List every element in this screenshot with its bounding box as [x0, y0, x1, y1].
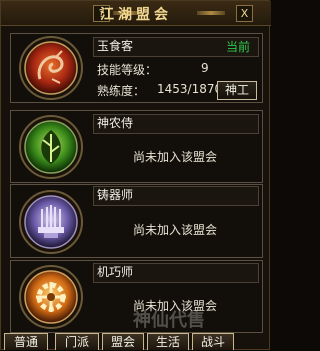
current-badge: 当前: [225, 40, 250, 54]
shengong-button[interactable]: 神工: [217, 81, 257, 100]
tab-battle[interactable]: 战斗: [192, 333, 234, 350]
skill-level-label: 技能等级：: [97, 63, 158, 77]
leaf-emblem-icon: [16, 112, 86, 182]
dragon-emblem-icon: [16, 33, 86, 103]
guild-name-strip: 机巧师: [93, 263, 259, 283]
proficiency-value: 1453/1870: [157, 82, 223, 96]
not-joined-text: 尚未加入该盟会: [133, 150, 218, 164]
channel-tab-bar: 普通 门派 盟会 生活 战斗: [1, 333, 271, 351]
window-title: 江湖盟会: [100, 7, 172, 23]
guild-name-strip: 神农侍: [93, 114, 259, 134]
title-decoration-right: [197, 11, 225, 15]
close-button[interactable]: X: [236, 5, 253, 22]
guild-name: 铸器师: [97, 188, 134, 202]
guild-name: 玉食客: [97, 39, 134, 53]
title-bar: ? 江湖盟会 X: [1, 1, 271, 26]
watermark-text: 神仙代售: [133, 310, 205, 331]
guild-name: 神农侍: [97, 116, 134, 130]
tab-guild[interactable]: 盟会: [102, 333, 144, 350]
forge-emblem-icon: [16, 187, 86, 257]
tab-normal[interactable]: 普通: [4, 333, 48, 350]
guild-name: 机巧师: [97, 265, 134, 279]
guild-panel-shennong[interactable]: 神农侍 尚未加入该盟会: [10, 110, 263, 183]
gear-emblem-icon: [16, 262, 86, 332]
guild-panel-zhuqi[interactable]: 铸器师 尚未加入该盟会: [10, 184, 263, 258]
guild-name-strip: 玉食客 当前: [93, 37, 259, 57]
proficiency-label: 熟练度：: [97, 84, 146, 98]
guild-window: ? 江湖盟会 X 玉食客 当前 技能等级： 9 熟练度： 1453/1870 神…: [0, 0, 271, 351]
guild-panel-current[interactable]: 玉食客 当前 技能等级： 9 熟练度： 1453/1870 神工: [10, 33, 263, 103]
guild-name-strip: 铸器师: [93, 186, 259, 206]
skill-level-value: 9: [201, 61, 209, 75]
not-joined-text: 尚未加入该盟会: [133, 223, 218, 237]
tab-life[interactable]: 生活: [147, 333, 189, 350]
tab-sect[interactable]: 门派: [55, 333, 99, 350]
